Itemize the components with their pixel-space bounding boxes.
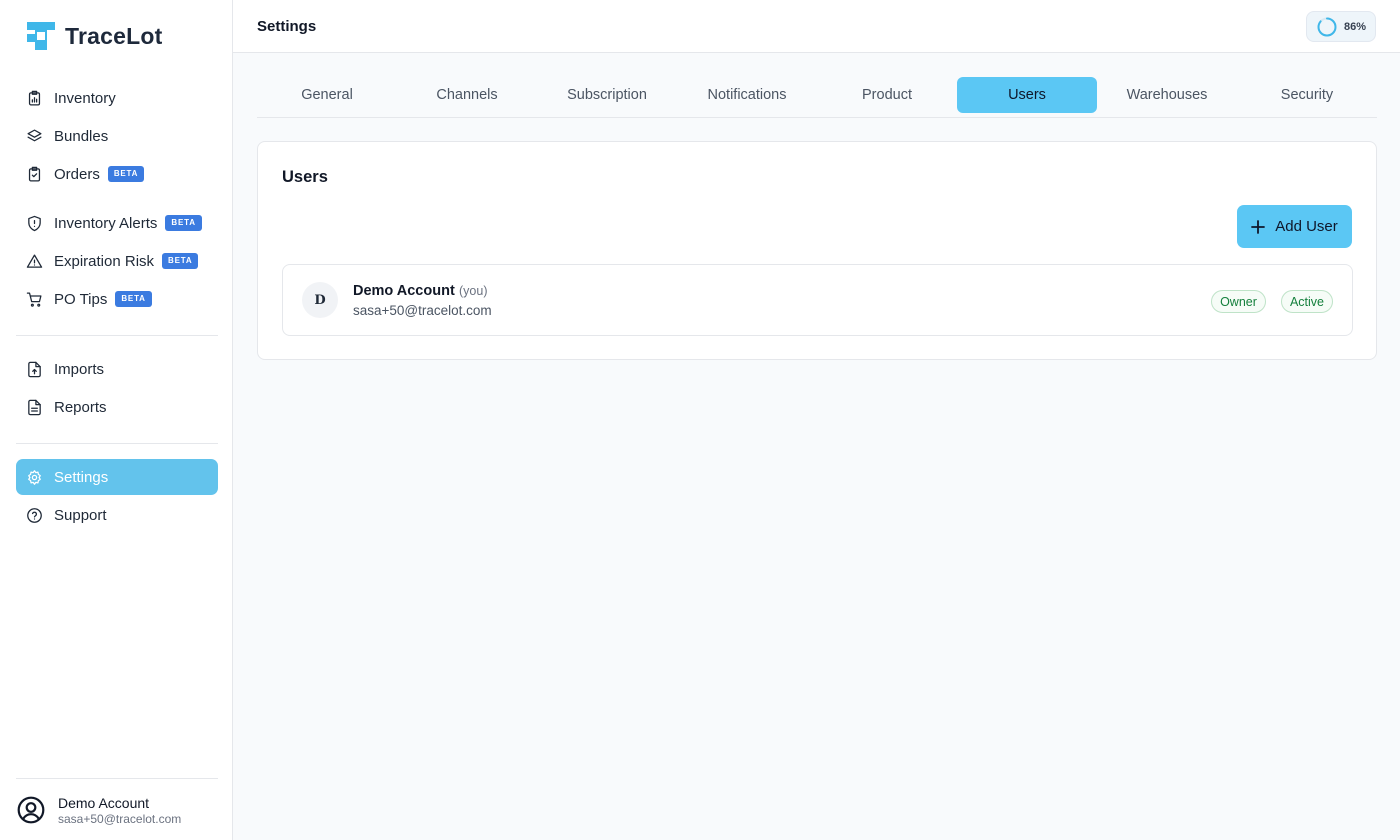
sidebar-item-label: Settings bbox=[54, 468, 109, 486]
setup-progress[interactable]: 86% bbox=[1306, 11, 1376, 42]
sidebar-item-imports[interactable]: Imports bbox=[16, 351, 218, 387]
profile-name: Demo Account bbox=[58, 795, 150, 811]
tab-warehouses[interactable]: Warehouses bbox=[1097, 77, 1237, 113]
beta-badge: BETA bbox=[162, 253, 199, 269]
sidebar-item-label: Inventory Alerts bbox=[54, 214, 158, 232]
user-circle-icon bbox=[17, 796, 45, 824]
page-title: Settings bbox=[257, 18, 317, 35]
sidebar-item-inventory[interactable]: Inventory bbox=[16, 80, 218, 116]
sidebar-item-reports[interactable]: Reports bbox=[16, 389, 218, 425]
add-user-button[interactable]: Add User bbox=[1237, 205, 1352, 248]
sidebar-divider bbox=[16, 335, 218, 336]
profile-email: sasa+50@tracelot.com bbox=[58, 812, 182, 826]
app-logo[interactable]: TraceLot bbox=[27, 22, 162, 50]
help-circle-icon bbox=[26, 507, 43, 524]
warning-triangle-icon bbox=[26, 253, 43, 270]
beta-badge: BETA bbox=[107, 166, 145, 182]
tab-channels[interactable]: Channels bbox=[397, 77, 537, 113]
sidebar-item-label: Inventory bbox=[54, 89, 116, 107]
sidebar-item-label: Reports bbox=[54, 398, 107, 416]
user-profile[interactable]: Demo Account sasa+50@tracelot.com bbox=[16, 778, 218, 840]
layers-icon bbox=[26, 128, 43, 145]
sidebar-item-support[interactable]: Support bbox=[16, 497, 218, 533]
sidebar-item-orders[interactable]: Orders BETA bbox=[16, 156, 218, 192]
progress-percentage: 86% bbox=[1344, 20, 1367, 33]
user-row[interactable]: D Demo Account (you) sasa+50@tracelot.co… bbox=[282, 264, 1353, 336]
users-card: Users Add User D Demo Account (you) sasa… bbox=[257, 141, 1377, 360]
gear-icon bbox=[26, 469, 43, 486]
status-badge: Active bbox=[1281, 290, 1333, 313]
top-bar: Settings 86% bbox=[233, 0, 1400, 53]
file-upload-icon bbox=[26, 361, 43, 378]
sidebar-divider bbox=[16, 443, 218, 444]
nav-main: Inventory Bundles Orders BETA bbox=[16, 80, 218, 194]
nav-insights: Inventory Alerts BETA Expiration Risk BE… bbox=[16, 205, 218, 319]
role-badge: Owner bbox=[1211, 290, 1266, 313]
nav-bottom: Settings Support bbox=[16, 459, 218, 535]
sidebar-item-bundles[interactable]: Bundles bbox=[16, 118, 218, 154]
sidebar-item-label: Orders bbox=[54, 165, 100, 183]
sidebar-item-settings[interactable]: Settings bbox=[16, 459, 218, 495]
user-you-label: (you) bbox=[459, 284, 488, 298]
tracelot-logo-icon bbox=[27, 22, 55, 50]
shield-alert-icon bbox=[26, 215, 43, 232]
nav-data: Imports Reports bbox=[16, 351, 218, 427]
clipboard-check-icon bbox=[26, 166, 43, 183]
tab-users[interactable]: Users bbox=[957, 77, 1097, 113]
tab-subscription[interactable]: Subscription bbox=[537, 77, 677, 113]
sidebar-item-label: Support bbox=[54, 506, 107, 524]
clipboard-chart-icon bbox=[26, 90, 43, 107]
plus-icon bbox=[1251, 219, 1266, 234]
sidebar-item-label: Imports bbox=[54, 360, 105, 378]
file-text-icon bbox=[26, 399, 43, 416]
user-email: sasa+50@tracelot.com bbox=[353, 303, 492, 318]
app-name: TraceLot bbox=[65, 22, 163, 49]
beta-badge: BETA bbox=[165, 215, 202, 231]
tab-security[interactable]: Security bbox=[1237, 77, 1377, 113]
sidebar-item-label: Expiration Risk bbox=[54, 252, 155, 270]
user-avatar: D bbox=[302, 282, 338, 318]
users-section-title: Users bbox=[282, 168, 328, 186]
sidebar-item-po-tips[interactable]: PO Tips BETA bbox=[16, 281, 218, 317]
sidebar-item-label: Bundles bbox=[54, 127, 109, 145]
sidebar-item-label: PO Tips bbox=[54, 290, 108, 308]
sidebar: TraceLot Inventory Bundles Orders BETA I… bbox=[0, 0, 233, 840]
cart-icon bbox=[26, 291, 43, 308]
tab-product[interactable]: Product bbox=[817, 77, 957, 113]
add-user-label: Add User bbox=[1275, 218, 1338, 235]
user-name: Demo Account bbox=[353, 283, 455, 299]
tab-general[interactable]: General bbox=[257, 77, 397, 113]
settings-tabs: General Channels Subscription Notificati… bbox=[257, 77, 1377, 118]
progress-ring-icon bbox=[1317, 17, 1337, 36]
sidebar-item-inventory-alerts[interactable]: Inventory Alerts BETA bbox=[16, 205, 218, 241]
beta-badge: BETA bbox=[115, 291, 152, 307]
tab-notifications[interactable]: Notifications bbox=[677, 77, 817, 113]
sidebar-item-expiration-risk[interactable]: Expiration Risk BETA bbox=[16, 243, 218, 279]
